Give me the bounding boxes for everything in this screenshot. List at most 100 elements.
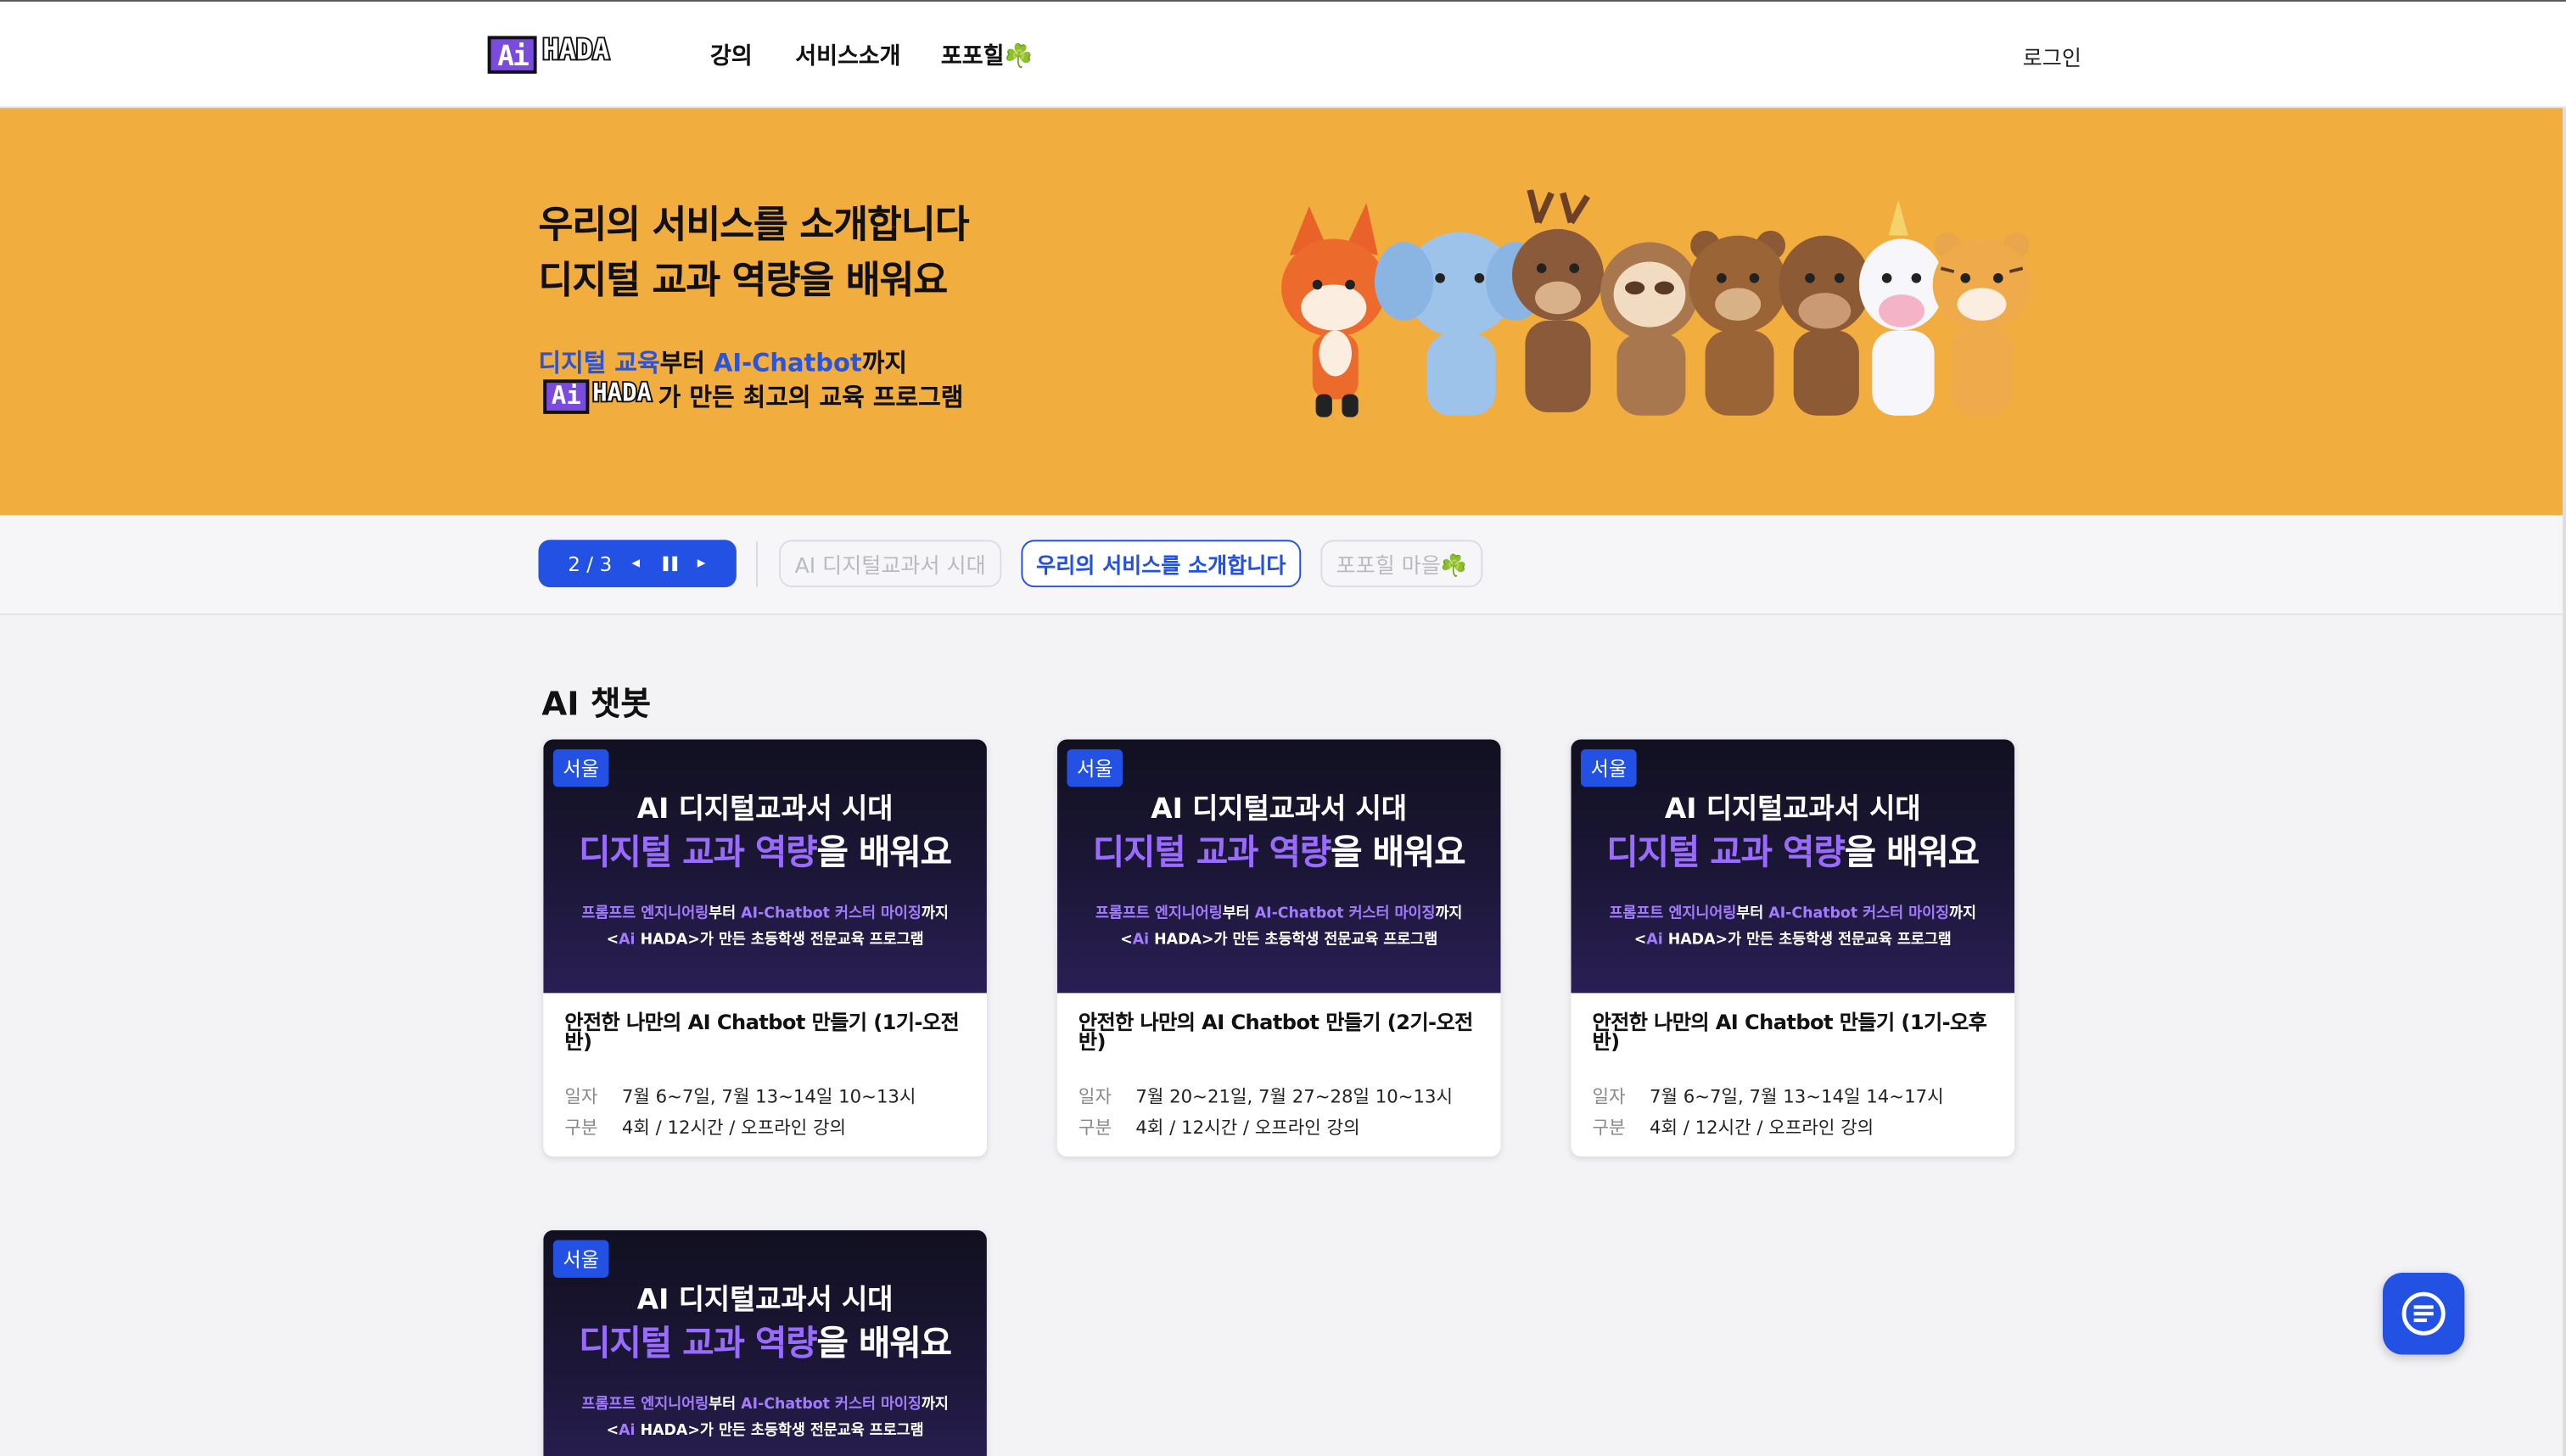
nav-item-service-intro[interactable]: 서비스소개 <box>795 39 900 72</box>
carousel-next-icon[interactable]: ▸ <box>698 555 706 573</box>
thumb-desc2-pre: < <box>1633 932 1647 949</box>
region-badge: 서울 <box>1580 749 1637 787</box>
thumb-desc-line2: <Ai HADA>가 만든 초등학생 전문교육 프로그램 <box>543 927 987 949</box>
tab-popohill-village[interactable]: 포포힐 마을☘️ <box>1320 540 1483 588</box>
date-value: 7월 6~7일, 7월 13~14일 10~13시 <box>621 1086 916 1108</box>
thumb-desc2-post: >가 만든 초등학생 전문교육 프로그램 <box>687 1423 924 1440</box>
tab-service-intro[interactable]: 우리의 서비스를 소개합니다 <box>1021 540 1302 588</box>
thumb-desc-mid: 부터 <box>709 1397 742 1414</box>
chat-icon <box>2401 1291 2446 1336</box>
date-label: 일자 <box>1592 1086 1626 1108</box>
course-card[interactable]: 서울 AI 디지털교과서 시대 디지털 교과 역량을 배워요 프롬프트 엔지니어… <box>543 739 987 1157</box>
thumb-subheadline-rest: 을 배워요 <box>1844 832 1980 872</box>
logo-hada-wordmark: HADA <box>541 34 611 68</box>
thumb-desc2-hada: HADA <box>635 1423 688 1440</box>
thumb-desc-line2: <Ai HADA>가 만든 초등학생 전문교육 프로그램 <box>1057 927 1501 949</box>
thumb-desc-highlight2: AI-Chatbot 커스터 마이징 <box>1254 906 1436 923</box>
thumb-desc2-pre: < <box>606 932 619 949</box>
thumb-desc-mid: 부터 <box>1222 906 1255 923</box>
thumb-desc-line2: <Ai HADA>가 만든 초등학생 전문교육 프로그램 <box>1571 927 2014 949</box>
thumb-desc2-pre: < <box>1120 932 1133 949</box>
thumb-desc-highlight2: AI-Chatbot 커스터 마이징 <box>741 906 922 923</box>
thumb-desc2-hada: HADA <box>1149 932 1202 949</box>
tabs-divider <box>755 541 758 588</box>
carousel-pause-icon[interactable]: ❚❚ <box>659 556 681 572</box>
tiger-character <box>1932 232 2031 416</box>
course-title: 안전한 나만의 AI Chatbot 만들기 (1기-오전반) <box>564 1009 960 1054</box>
thumb-desc2-hada: HADA <box>635 932 688 949</box>
banner-inline-logo: Ai HADA <box>543 377 653 414</box>
type-value: 4회 / 12시간 / 오프라인 강의 <box>1649 1117 1874 1139</box>
thumb-desc-mid: 부터 <box>709 906 742 923</box>
course-card[interactable]: 서울 AI 디지털교과서 시대 디지털 교과 역량을 배워요 프롬프트 엔지니어… <box>1571 739 2015 1157</box>
carousel-prev-icon[interactable]: ◂ <box>631 555 640 573</box>
nav-item-popohill[interactable]: 포포힐☘️ <box>941 39 1033 72</box>
thumb-highlight: 디지털 교과 역량 <box>1606 832 1845 872</box>
hero-banner[interactable]: 우리의 서비스를 소개합니다 디지털 교과 역량을 배워요 디지털 교육부터 A… <box>0 108 2563 516</box>
tab-ai-digital-textbook[interactable]: AI 디지털교과서 시대 <box>778 540 1002 588</box>
banner-title-line2: 디지털 교과 역량을 배워요 <box>538 260 948 303</box>
chat-button[interactable] <box>2382 1273 2465 1355</box>
thumb-headline: AI 디지털교과서 시대 <box>636 1284 894 1318</box>
thumb-headline: AI 디지털교과서 시대 <box>1664 793 1921 826</box>
thumb-desc2-ai: Ai <box>1132 932 1150 949</box>
thumb-subheadline-rest: 을 배워요 <box>1331 832 1465 872</box>
fox-character <box>1281 203 1387 417</box>
thumb-desc-highlight2: AI-Chatbot 커스터 마이징 <box>741 1397 922 1414</box>
page-root: Ai HADA 강의 서비스소개 포포힐☘️ 로그인 우리의 서비스를 소개합니… <box>0 0 2566 1456</box>
thumb-desc2-ai: Ai <box>1646 932 1663 949</box>
thumb-desc2-pre: < <box>606 1423 619 1440</box>
thumb-desc-end: 까지 <box>921 906 949 923</box>
course-card-body: 안전한 나만의 AI Chatbot 만들기 (1기-오후반) 일자 7월 6~7… <box>1571 993 2014 1156</box>
thumb-desc-highlight1: 프롬프트 엔지니어링 <box>581 906 709 923</box>
course-date-row: 일자 7월 6~7일, 7월 13~14일 14~17시 <box>1592 1083 1992 1109</box>
course-type-row: 구분 4회 / 12시간 / 오프라인 강의 <box>564 1114 965 1140</box>
thumb-desc-line2: <Ai HADA>가 만든 초등학생 전문교육 프로그램 <box>543 1419 987 1440</box>
bear-character <box>1689 230 1787 416</box>
thumb-subheadline: 디지털 교과 역량을 배워요 <box>543 1317 987 1366</box>
type-label: 구분 <box>1078 1117 1112 1139</box>
course-type-row: 구분 4회 / 12시간 / 오프라인 강의 <box>1079 1114 1479 1140</box>
banner-sub-line2-text: 가 만든 최고의 교육 프로그램 <box>658 383 964 412</box>
thumb-highlight: 디지털 교과 역량 <box>1092 832 1331 872</box>
banner-subtitle-line2: Ai HADA 가 만든 최고의 교육 프로그램 <box>543 377 964 414</box>
carousel-page-indicator: 2 / 3 <box>568 552 613 575</box>
type-value: 4회 / 12시간 / 오프라인 강의 <box>1135 1117 1360 1139</box>
course-card[interactable]: 서울 AI 디지털교과서 시대 디지털 교과 역량을 배워요 프롬프트 엔지니어… <box>1056 739 1501 1157</box>
thumb-subheadline: 디지털 교과 역량을 배워요 <box>1057 826 1501 876</box>
course-date-row: 일자 7월 6~7일, 7월 13~14일 10~13시 <box>564 1083 965 1109</box>
section-title: AI 챗봇 <box>541 683 651 724</box>
site-header: Ai HADA 강의 서비스소개 포포힐☘️ 로그인 <box>0 1 2566 109</box>
thumb-desc-line1: 프롬프트 엔지니어링부터 AI-Chatbot 커스터 마이징까지 <box>1571 901 2014 922</box>
banner-sub-highlight-digital: 디지털 교육 <box>538 348 660 378</box>
thumb-desc2-ai: Ai <box>619 1423 636 1440</box>
type-label: 구분 <box>564 1117 598 1139</box>
course-card[interactable]: 서울 AI 디지털교과서 시대 디지털 교과 역량을 배워요 프롬프트 엔지니어… <box>543 1229 987 1456</box>
login-link[interactable]: 로그인 <box>2023 41 2081 72</box>
course-title: 안전한 나만의 AI Chatbot 만들기 (2기-오전반) <box>1078 1009 1473 1054</box>
thumb-desc-highlight2: AI-Chatbot 커스터 마이징 <box>1768 906 1950 923</box>
thumb-desc-line1: 프롬프트 엔지니어링부터 AI-Chatbot 커스터 마이징까지 <box>1057 901 1501 922</box>
logo-ai-mark: Ai <box>487 36 538 74</box>
thumb-desc-line1: 프롬프트 엔지니어링부터 AI-Chatbot 커스터 마이징까지 <box>543 901 987 922</box>
thumb-headline: AI 디지털교과서 시대 <box>1151 793 1408 826</box>
thumb-desc2-hada: HADA <box>1662 932 1716 949</box>
thumb-desc2-ai: Ai <box>619 932 636 949</box>
course-thumbnail: 서울 AI 디지털교과서 시대 디지털 교과 역량을 배워요 프롬프트 엔지니어… <box>1056 739 1501 994</box>
nav-item-lectures[interactable]: 강의 <box>710 39 753 72</box>
course-thumbnail: 서울 AI 디지털교과서 시대 디지털 교과 역량을 배워요 프롬프트 엔지니어… <box>543 1229 987 1456</box>
sloth-character <box>1600 242 1699 416</box>
banner-sub-text-end: 까지 <box>861 348 907 378</box>
thumb-subheadline: 디지털 교과 역량을 배워요 <box>543 826 987 876</box>
region-badge: 서울 <box>1067 749 1123 787</box>
site-logo[interactable]: Ai HADA <box>487 34 655 74</box>
thumb-highlight: 디지털 교과 역량 <box>579 1323 817 1364</box>
course-type-row: 구분 4회 / 12시간 / 오프라인 강의 <box>1592 1114 1992 1140</box>
page-scrollbar[interactable] <box>2563 108 2566 1456</box>
date-value: 7월 20~21일, 7월 27~28일 10~13시 <box>1135 1086 1454 1108</box>
thumb-desc-highlight1: 프롬프트 엔지니어링 <box>1609 906 1737 923</box>
course-card-body: 안전한 나만의 AI Chatbot 만들기 (1기-오전반) 일자 7월 6~7… <box>543 993 987 1156</box>
type-value: 4회 / 12시간 / 오프라인 강의 <box>621 1117 847 1139</box>
thumb-desc2-post: >가 만든 초등학생 전문교육 프로그램 <box>687 932 924 949</box>
thumb-desc-end: 까지 <box>1435 906 1463 923</box>
